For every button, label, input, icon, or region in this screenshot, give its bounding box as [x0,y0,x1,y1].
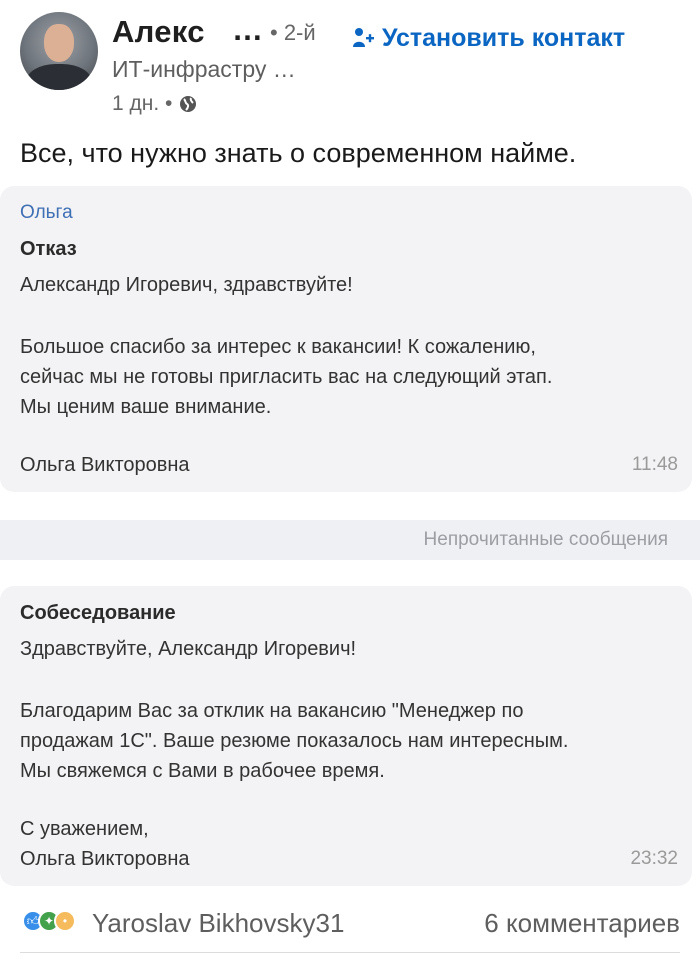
add-contact-icon [353,28,374,47]
post-text: Все, что нужно знать о современном найме… [20,138,577,168]
globe-icon [180,96,197,112]
post-time-label: 1 дн. • [112,92,173,115]
message-line: продажам 1С". Ваше резюме показалось нам… [20,730,569,752]
message-line: Благодарим Вас за отклик на вакансию "Ме… [20,700,524,722]
connect-button-label: Установить контакт [382,23,626,52]
unread-label: Непрочитанные сообщения [423,529,668,550]
comments-count[interactable]: 6 комментариев [484,908,680,939]
insightful-icon: • [54,910,76,932]
message-card: Ольга Отказ Александр Игоревич, здравств… [0,186,692,492]
reaction-icons[interactable]: 👍︎ ✦ • [22,910,76,932]
unread-divider: Непрочитанные сообщения [0,520,700,560]
message-line: Мы ценим ваше внимание. [20,396,272,418]
avatar-face [44,24,74,62]
post-header: Алекс … • 2-й Установить контакт ИТ-инфр… [0,0,700,128]
message-line: Большое спасибо за интерес к вакансии! К… [20,336,536,358]
message-signature: Ольга Викторовна [20,454,190,476]
message-signature: Ольга Викторовна [20,848,190,870]
connect-button[interactable]: Установить контакт [352,22,625,54]
message-line: Мы свяжемся с Вами в рабочее время. [20,760,385,782]
divider [20,952,680,953]
message-line: Александр Игоревич, здравствуйте! [20,274,353,296]
message-time: 11:48 [631,454,678,475]
author-name[interactable]: Алекс [112,14,205,50]
message-line: С уважением, [20,818,149,840]
message-card: Собеседование Здравствуйте, Александр Иг… [0,586,692,886]
message-subject: Отказ [20,238,77,260]
avatar-shirt [26,64,92,90]
post-footer: 👍︎ ✦ • Yaroslav Bikhovsky31 6 комментари… [0,900,700,950]
post-time: 1 дн. • [112,92,198,116]
avatar[interactable] [20,12,98,90]
author-headline: ИТ-инфрастру … [112,56,296,82]
reactor-name[interactable]: Yaroslav Bikhovsky31 [92,908,344,939]
message-time: 23:32 [630,848,678,869]
message-subject: Собеседование [20,602,176,624]
author-name-truncation: … [232,12,263,47]
message-sender: Ольга [20,202,73,223]
message-line: Здравствуйте, Александр Игоревич! [20,638,357,660]
connection-degree: • 2-й [270,20,316,45]
message-line: сейчас мы не готовы пригласить вас на сл… [20,366,553,388]
